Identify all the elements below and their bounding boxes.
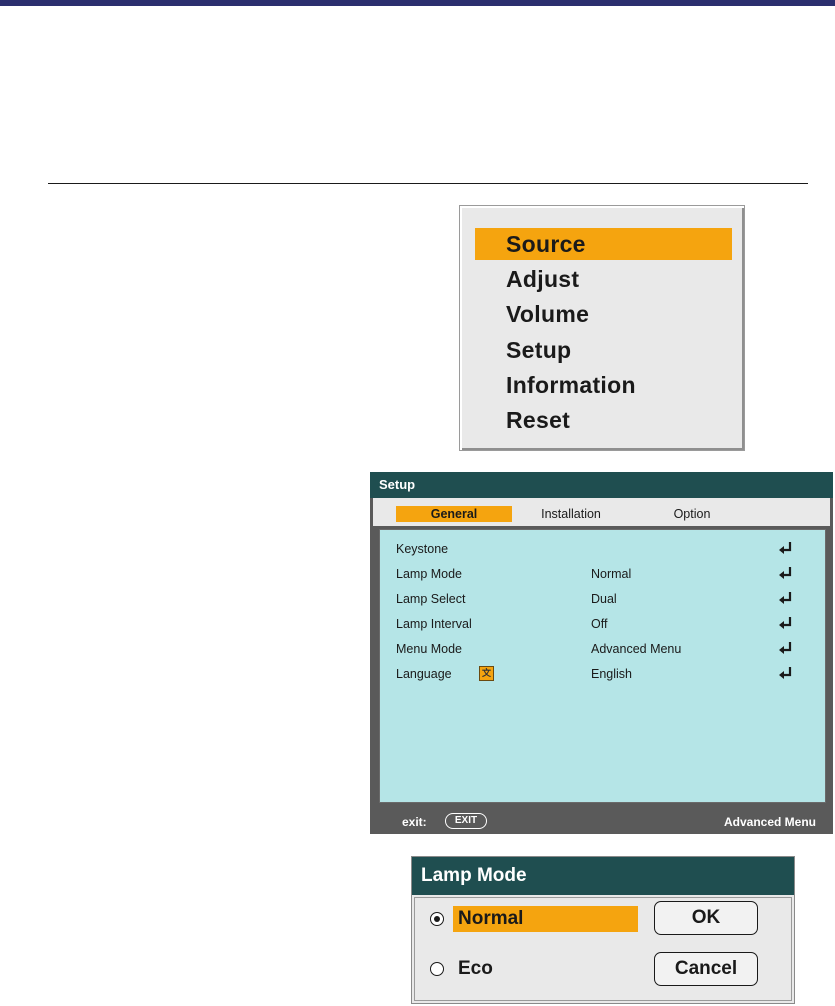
setting-row-menu-mode[interactable]: Menu Mode Advanced Menu: [381, 638, 821, 662]
setting-label: Keystone: [396, 542, 449, 556]
setting-label: Language: [396, 667, 452, 681]
menu-item-information[interactable]: Information: [475, 369, 732, 401]
menu-item-adjust[interactable]: Adjust: [475, 263, 732, 295]
radio-eco[interactable]: [430, 962, 444, 976]
exit-button[interactable]: EXIT: [445, 813, 487, 829]
language-icon: 文: [479, 666, 494, 681]
ok-button[interactable]: OK: [654, 901, 758, 935]
setup-window: Setup General Installation Option Keysto…: [370, 472, 833, 834]
setting-label: Menu Mode: [396, 642, 463, 656]
enter-arrow-icon[interactable]: [776, 540, 794, 556]
enter-arrow-icon[interactable]: [776, 665, 794, 681]
setup-footer: exit: EXIT Advanced Menu: [370, 810, 833, 834]
tab-option[interactable]: Option: [656, 506, 728, 522]
setting-label: Lamp Select: [396, 592, 466, 606]
tab-installation[interactable]: Installation: [527, 506, 615, 522]
enter-arrow-icon[interactable]: [776, 615, 794, 631]
main-menu: Source Adjust Volume Setup Information R…: [459, 205, 745, 451]
setting-row-keystone[interactable]: Keystone: [381, 538, 821, 562]
tab-general[interactable]: General: [396, 506, 512, 522]
top-border-bar: [0, 0, 835, 6]
menu-item-setup[interactable]: Setup: [475, 334, 732, 366]
option-eco-label[interactable]: Eco: [458, 956, 493, 982]
setup-general-panel: Keystone Lamp Mode Normal Lamp Select Du…: [379, 529, 826, 803]
option-normal-label[interactable]: Normal: [453, 906, 638, 932]
enter-arrow-icon[interactable]: [776, 640, 794, 656]
dialog-body: Normal Eco OK Cancel: [414, 897, 792, 1001]
section-divider: [48, 183, 808, 184]
menu-item-reset[interactable]: Reset: [475, 404, 732, 436]
cancel-button[interactable]: Cancel: [654, 952, 758, 986]
dialog-title: Lamp Mode: [412, 857, 794, 895]
setting-label: Lamp Interval: [396, 617, 472, 631]
setting-label: Lamp Mode: [396, 567, 463, 581]
enter-arrow-icon[interactable]: [776, 565, 794, 581]
radio-normal[interactable]: [430, 912, 444, 926]
enter-arrow-icon[interactable]: [776, 590, 794, 606]
setting-value: Advanced Menu: [591, 642, 682, 656]
menu-item-source[interactable]: Source: [475, 228, 732, 260]
setting-row-lamp-select[interactable]: Lamp Select Dual: [381, 588, 821, 612]
setting-row-lamp-mode[interactable]: Lamp Mode Normal: [381, 563, 821, 587]
setting-row-lamp-interval[interactable]: Lamp Interval Off: [381, 613, 821, 637]
setting-value: Dual: [591, 592, 617, 606]
setup-tab-bar: General Installation Option: [373, 498, 830, 526]
exit-label: exit:: [402, 815, 427, 829]
menu-mode-indicator: Advanced Menu: [723, 815, 816, 829]
setting-value: English: [591, 667, 632, 681]
lamp-mode-dialog: Lamp Mode Normal Eco OK Cancel: [411, 856, 795, 1004]
menu-item-volume[interactable]: Volume: [475, 298, 732, 330]
setup-title: Setup: [370, 472, 833, 498]
setting-value: Normal: [591, 567, 632, 581]
setting-row-language[interactable]: Language 文 English: [381, 663, 821, 687]
setting-value: Off: [591, 617, 608, 631]
